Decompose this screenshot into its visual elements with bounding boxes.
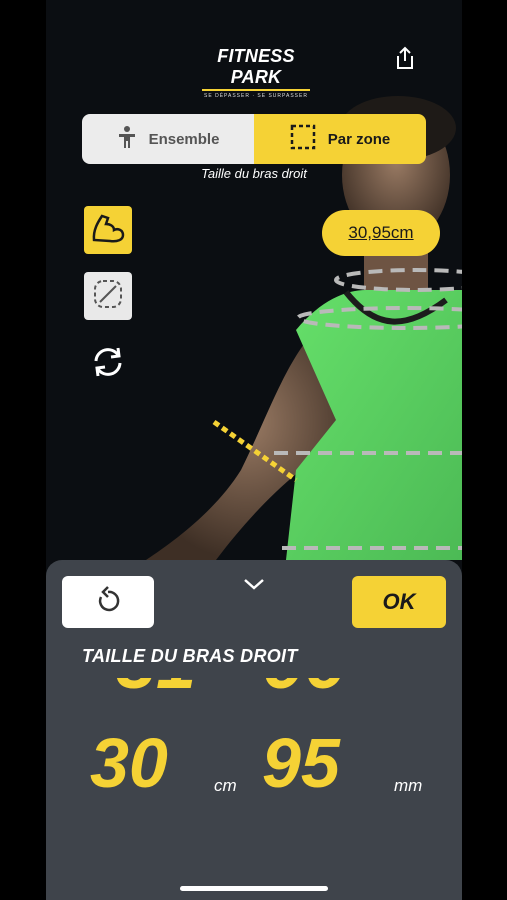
home-indicator [180,886,328,891]
custom-zone-button[interactable] [84,272,132,320]
cm-picker-previous: 31 [116,678,196,700]
cm-unit-label: cm [214,776,237,795]
person-icon [117,125,137,153]
app-screen: FITNESS PARK SE DÉPASSER · SE SURPASSER … [46,0,462,900]
dashed-box-slash-icon [91,277,125,316]
mode-par-zone-label: Par zone [327,130,391,148]
cm-picker-value[interactable]: 30 [90,728,168,798]
brand-tagline: SE DÉPASSER · SE SURPASSER [204,93,308,99]
measurement-panel: OK TAILLE DU BRAS DROIT 31 96 30 cm 95 m… [46,560,462,900]
dashed-square-icon [290,124,316,154]
mode-ensemble-button[interactable]: Ensemble [82,114,254,164]
reset-icon [95,585,121,619]
brand-logo: FITNESS PARK SE DÉPASSER · SE SURPASSER [196,46,316,99]
chevron-down-icon[interactable] [242,576,266,592]
rotate-icon [89,345,127,384]
brand-underline [202,89,310,91]
mm-picker-value[interactable]: 95 [262,728,340,798]
mode-ensemble-label: Ensemble [148,130,220,148]
selected-zone-label: Taille du bras droit [201,166,307,181]
mm-unit-label: mm [394,776,423,795]
mm-picker-previous: 96 [264,678,344,700]
panel-title: TAILLE DU BRAS DROIT [82,646,298,666]
reset-button[interactable] [62,576,154,628]
arm-zone-button[interactable] [84,206,132,254]
mode-par-zone-button[interactable]: Par zone [254,114,426,164]
rotate-model-button[interactable] [84,340,132,388]
ok-button[interactable]: OK [352,576,446,628]
share-icon[interactable] [394,46,416,70]
flexed-arm-icon [90,212,126,249]
mode-toggle: Ensemble Par zone [82,114,426,164]
brand-name: FITNESS PARK [217,46,295,87]
measurement-badge[interactable]: 30,95cm [322,210,440,256]
